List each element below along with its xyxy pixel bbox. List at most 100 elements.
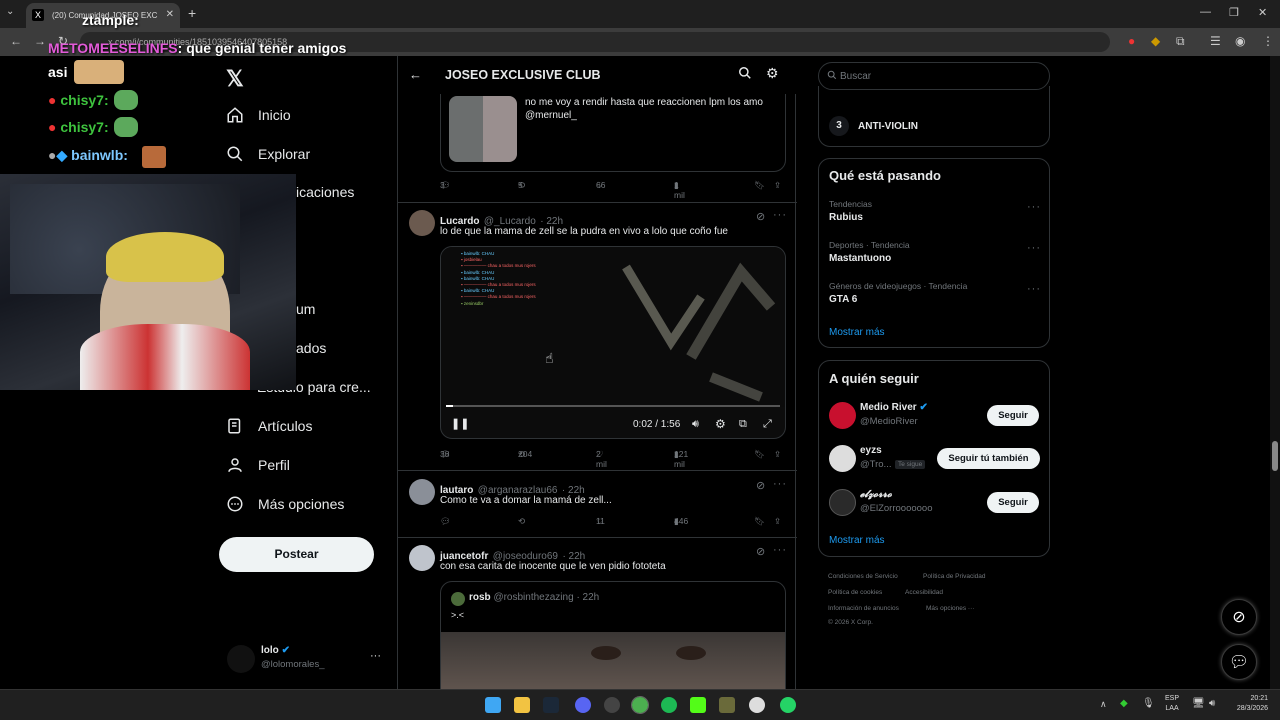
trend-more-icon[interactable]: ··· — [1027, 201, 1041, 213]
follow-button[interactable]: Seguir — [987, 405, 1039, 426]
language-indicator[interactable]: ESP LAA — [1165, 694, 1179, 714]
extensions-icon[interactable]: ⧉ — [1176, 34, 1185, 49]
mic-icon[interactable]: 🎙︎ — [1142, 698, 1155, 709]
spotify-icon[interactable] — [661, 697, 677, 713]
follow-name[interactable]: Medio River ✔ — [860, 402, 928, 413]
community-search-icon[interactable] — [738, 66, 752, 85]
steam-icon[interactable] — [543, 697, 559, 713]
footer-link[interactable]: Información de anuncios — [828, 605, 899, 612]
tweet-more-icon[interactable]: ··· — [773, 478, 787, 490]
footer-link[interactable]: Accesibilidad — [905, 589, 943, 596]
kick-icon[interactable] — [690, 697, 706, 713]
file-explorer-icon[interactable] — [514, 697, 530, 713]
footer-link[interactable]: Política de cookies — [828, 589, 882, 596]
maximize-button[interactable]: ❐ — [1229, 6, 1239, 19]
scrollbar[interactable] — [1270, 56, 1280, 689]
nav-premium[interactable]: um — [296, 301, 315, 317]
nav-guardados[interactable]: ados — [296, 340, 326, 356]
back-arrow-icon[interactable]: ← — [409, 67, 422, 82]
grok-icon[interactable]: ⊘ — [756, 210, 766, 223]
start-icon[interactable] — [485, 697, 501, 713]
trend-more-icon[interactable]: ··· — [1027, 283, 1041, 295]
x-logo-icon[interactable]: 𝕏 — [226, 66, 244, 92]
tweet-more-icon[interactable]: ··· — [773, 209, 787, 221]
bookmark-button[interactable]: 🔖︎ — [754, 180, 765, 191]
account-more-icon[interactable]: ··· — [370, 650, 381, 662]
pip-icon[interactable]: ⧉ — [739, 418, 747, 431]
nav-notificaciones[interactable]: icaciones — [296, 184, 354, 200]
profile-icon[interactable]: ◉ — [1235, 34, 1245, 48]
quote-image[interactable] — [441, 632, 785, 689]
nav-mas-opciones[interactable]: Más opciones — [226, 495, 344, 513]
rank-label[interactable]: ANTI-VIOLIN — [858, 121, 918, 132]
back-icon[interactable]: ← — [10, 34, 22, 48]
extension-yellow-icon[interactable]: ◆ — [1151, 34, 1160, 48]
close-window-button[interactable]: ✕ — [1258, 6, 1267, 19]
volume-icon[interactable]: 🔊︎ — [692, 418, 699, 431]
chrome-icon[interactable] — [631, 696, 649, 714]
follow-back-button[interactable]: Seguir tú también — [937, 448, 1040, 469]
nav-articulos[interactable]: Artículos — [226, 417, 312, 435]
account-name[interactable]: lolo ✔ — [261, 645, 290, 656]
extension-red-icon[interactable]: ● — [1128, 34, 1135, 48]
share-icon[interactable]: ⇪ — [774, 180, 781, 191]
avatar[interactable] — [829, 445, 856, 472]
follow-button[interactable]: Seguir — [987, 492, 1039, 513]
post-button[interactable]: Postear — [219, 537, 374, 572]
menu-icon[interactable]: ⋮ — [1262, 34, 1274, 48]
ccleaner-icon[interactable] — [749, 697, 765, 713]
new-tab-button[interactable]: + — [188, 5, 196, 21]
pause-icon[interactable]: ❚❚ — [451, 417, 469, 430]
avatar[interactable] — [409, 545, 435, 571]
tab-close-icon[interactable]: ✕ — [166, 9, 174, 20]
grok-fab-icon[interactable]: ⊘ — [1221, 599, 1257, 635]
avatar[interactable] — [829, 402, 856, 429]
avatar[interactable] — [409, 479, 435, 505]
discord-icon[interactable] — [575, 697, 591, 713]
minimize-button[interactable]: — — [1200, 6, 1211, 18]
trend-name[interactable]: GTA 6 — [829, 294, 857, 305]
follow-name[interactable]: 𝓮𝓵𝔃𝓸𝓻𝓻𝓸 — [860, 489, 892, 500]
share-icon[interactable]: ⇪ — [774, 449, 781, 460]
trend-more-icon[interactable]: ··· — [1027, 242, 1041, 254]
clock[interactable]: 20:21 28/3/2026 — [1228, 694, 1268, 714]
obs-icon[interactable] — [604, 697, 620, 713]
avatar[interactable] — [409, 210, 435, 236]
show-more-link[interactable]: Mostrar más — [829, 327, 885, 338]
whatsapp-icon[interactable] — [780, 697, 796, 713]
footer-link[interactable]: Política de Privacidad — [923, 573, 986, 580]
footer-link[interactable]: Condiciones de Servicio — [828, 573, 898, 580]
trend-name[interactable]: Mastantuono — [829, 253, 891, 264]
volume-icon[interactable]: 🔊︎ — [1209, 698, 1215, 709]
tweet-more-icon[interactable]: ··· — [773, 544, 787, 556]
video-settings-icon[interactable]: ⚙ — [715, 417, 726, 431]
nav-inicio[interactable]: Inicio — [226, 106, 291, 124]
nav-explorar[interactable]: Explorar — [226, 145, 310, 163]
community-settings-icon[interactable]: ⚙ — [766, 65, 779, 82]
reading-list-icon[interactable]: ☰ — [1210, 34, 1221, 48]
follow-name[interactable]: eyzs — [860, 445, 882, 456]
bookmark-button[interactable]: 🔖︎ — [754, 516, 765, 527]
video-progress-track[interactable] — [446, 405, 780, 407]
tray-app-icon[interactable]: ◆ — [1120, 698, 1128, 709]
video-player[interactable]: ▪ bainwlb: CHAU ▪ josbielau ▪ ————— chau… — [440, 246, 786, 439]
bookmark-button[interactable]: 🔖︎ — [754, 449, 765, 460]
share-icon[interactable]: ⇪ — [774, 516, 781, 527]
network-icon[interactable]: 🖥︎ — [1192, 698, 1205, 709]
fullscreen-icon[interactable]: ⤢ — [763, 418, 772, 431]
app-icon[interactable] — [719, 697, 735, 713]
quoted-tweet[interactable]: rosb @rosbinthezazing · 22h >.< — [440, 581, 786, 689]
account-avatar[interactable] — [227, 645, 255, 673]
tray-chevron-icon[interactable]: ∧ — [1100, 699, 1107, 710]
show-more-link[interactable]: Mostrar más — [829, 535, 885, 546]
quoted-tweet[interactable]: no me voy a rendir hasta que reaccionen … — [440, 94, 786, 172]
grok-icon[interactable]: ⊘ — [756, 545, 766, 558]
tab-search-icon[interactable]: ⌄ — [6, 6, 14, 17]
footer-link[interactable]: Más opciones ··· — [926, 605, 974, 612]
trend-name[interactable]: Rubius — [829, 212, 863, 223]
avatar[interactable] — [829, 489, 856, 516]
messages-fab-icon[interactable]: 💬︎ — [1221, 644, 1257, 680]
forward-icon[interactable]: → — [34, 34, 46, 48]
quoted-media-thumbnail[interactable] — [449, 96, 517, 162]
nav-perfil[interactable]: Perfil — [226, 456, 290, 474]
